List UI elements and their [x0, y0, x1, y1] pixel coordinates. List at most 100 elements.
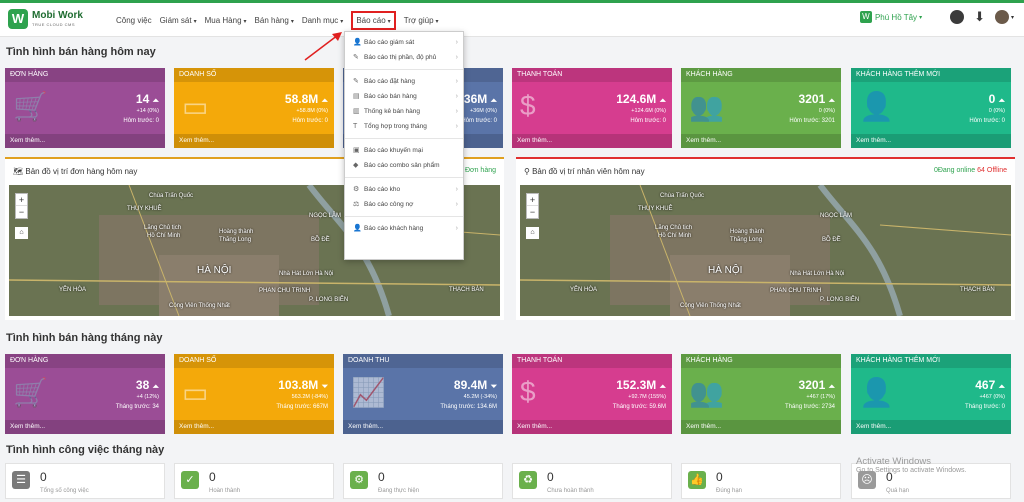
zoom-in-button[interactable]: +	[16, 194, 27, 206]
map-label: HÀ NỘI	[197, 265, 232, 276]
map-label: Nhà Hát Lớn Hà Nội	[279, 271, 334, 277]
tile-label: Đúng hạn	[716, 488, 743, 494]
card-prev: Tháng trước: 59.6M	[612, 404, 666, 410]
see-more-link[interactable]: Xem thêm...	[5, 420, 165, 434]
today-card-customers: KHÁCH HÀNG 👥 3201 ⏶ 0 (0%) Hôm trước: 32…	[681, 68, 841, 148]
see-more-link[interactable]: Xem thêm...	[851, 134, 1011, 148]
map-label: Công Viên Thống Nhất	[169, 303, 230, 309]
user-avatar[interactable]	[994, 10, 1009, 24]
zoom-out-button[interactable]: −	[527, 206, 538, 218]
work-tile-total[interactable]: ☰ 0 Tổng số công việc	[5, 463, 165, 499]
card-prev: Hôm trước: 0	[630, 118, 666, 124]
card-change: 0 (0%)	[818, 108, 835, 114]
map-zoom-controls[interactable]: + −	[526, 193, 539, 219]
dd-bao-cao-thi-phan[interactable]: ✎ Báo cáo thị phần, độ phủ ›	[345, 50, 463, 65]
card-title: KHÁCH HÀNG	[681, 68, 841, 82]
card-change: +58.8M (0%)	[296, 108, 328, 114]
dd-thong-ke-ban-hang[interactable]: ▥ Thống kê bán hàng ›	[345, 104, 463, 119]
arrow-up-icon: ⏶	[998, 96, 1005, 105]
chevron-right-icon: ›	[455, 93, 458, 100]
see-more-link[interactable]: Xem thêm...	[851, 420, 1011, 434]
map-label: THẠCH BÀN	[960, 287, 995, 293]
dd-bao-cao-kho[interactable]: ⚙ Báo cáo kho ›	[345, 182, 463, 197]
customer-icon: 👤	[353, 225, 362, 232]
divider	[345, 216, 463, 217]
menu-cong-viec[interactable]: Công việc	[116, 16, 152, 25]
map-label: PHAN CHU TRINH	[770, 288, 822, 294]
download-icon[interactable]: ⬇	[974, 10, 985, 24]
map-home-button[interactable]: ⌂	[526, 227, 539, 239]
map-home-button[interactable]: ⌂	[15, 227, 28, 239]
arrow-up-icon: ⏶	[659, 382, 666, 391]
map-label: Lăng Chủ tịch	[144, 225, 182, 231]
dd-bao-cao-dat-hang[interactable]: ✎ Báo cáo đặt hàng ›	[345, 74, 463, 89]
see-more-link[interactable]: Xem thêm...	[5, 134, 165, 148]
arrow-down-icon: ⏷	[490, 382, 497, 391]
see-more-link[interactable]: Xem thêm...	[174, 420, 334, 434]
branch-selector[interactable]: W Phú Hồ Tây ▾	[859, 11, 922, 23]
arrow-up-icon: ⏶	[152, 96, 159, 105]
cart-icon: 🛒	[13, 377, 48, 408]
menu-mua-hang[interactable]: Mua Hàng ▾	[205, 16, 247, 25]
card-title: DOANH SỐ	[174, 354, 334, 368]
dd-bao-cao-combo[interactable]: ◆ Báo cáo combo sản phẩm	[345, 158, 463, 173]
card-prev: Tháng trước: 667M	[276, 404, 328, 410]
card-value: 3201	[798, 92, 826, 106]
see-more-link[interactable]: Xem thêm...	[681, 134, 841, 148]
add-user-icon: 👤	[859, 91, 894, 122]
work-tile-on-time[interactable]: 👍 0 Đúng hạn	[681, 463, 841, 499]
map-label: Thăng Long	[730, 237, 763, 243]
month-card-customers: KHÁCH HÀNG 👥 3201 ⏶ +467 (17%) Tháng trư…	[681, 354, 841, 434]
thumbs-up-icon: 👍	[688, 471, 706, 489]
watermark-line2: Go to Settings to activate Windows.	[856, 467, 967, 474]
tile-value: 0	[716, 470, 723, 484]
see-more-link[interactable]: Xem thêm...	[512, 420, 672, 434]
card-prev: Hôm trước: 0	[292, 118, 328, 124]
card-value: 124.6M	[616, 92, 657, 106]
map-zoom-controls[interactable]: + −	[15, 193, 28, 219]
staff-map-panel: ⚲ Bản đồ vị trí nhân viên hôm nay 0Đang …	[516, 157, 1015, 320]
dd-tong-hop-trong-thang[interactable]: T Tổng hợp trong tháng ›	[345, 119, 463, 134]
card-value: 152.3M	[616, 378, 657, 392]
dd-bao-cao-ban-hang[interactable]: ▤ Báo cáo bán hàng ›	[345, 89, 463, 104]
map-label: NGỌC LÂM	[309, 213, 342, 219]
work-tile-incomplete[interactable]: ♻ 0 Chưa hoàn thành	[512, 463, 672, 499]
chevron-right-icon: ›	[455, 123, 458, 130]
zoom-in-button[interactable]: +	[527, 194, 538, 206]
see-more-link[interactable]: Xem thêm...	[512, 134, 672, 148]
tile-label: Chưa hoàn thành	[547, 488, 594, 494]
card-icon: ▭	[182, 91, 209, 122]
work-section-title: Tình hình công việc tháng này	[6, 444, 165, 456]
map-label: P. LONG BIÊN	[820, 297, 860, 303]
staff-map[interactable]: + − ⌂ Chùa Trấn Quốc THỤY KHUÊ Lăng Chủ t…	[520, 185, 1011, 316]
menu-tro-giup[interactable]: Trợ giúp ▾	[404, 16, 439, 25]
work-tile-done[interactable]: ✓ 0 Hoàn thành	[174, 463, 334, 499]
today-card-orders: ĐƠN HÀNG 🛒 14 ⏶ +14 (0%) Hôm trước: 0 Xe…	[5, 68, 165, 148]
dd-bao-cao-giam-sat[interactable]: 👤 Báo cáo giám sát ›	[345, 35, 463, 50]
dd-bao-cao-khuyen-mai[interactable]: ▣ Báo cáo khuyến mại	[345, 143, 463, 158]
zoom-out-button[interactable]: −	[16, 206, 27, 218]
dd-bao-cao-cong-no[interactable]: ⚖ Báo cáo công nợ ›	[345, 197, 463, 212]
menu-danh-muc[interactable]: Danh mục ▾	[302, 16, 343, 25]
caret-down-icon[interactable]: ▾	[1011, 14, 1014, 21]
tasks-icon: ☰	[12, 471, 30, 489]
menu-ban-hang[interactable]: Bán hàng ▾	[255, 16, 294, 25]
menu-giam-sat[interactable]: Giám sát ▾	[160, 16, 197, 25]
combo-icon: ◆	[353, 162, 359, 169]
chart-icon: ▥	[353, 108, 360, 115]
caret-down-icon: ▾	[290, 18, 294, 25]
card-title: ĐƠN HÀNG	[5, 354, 165, 368]
see-more-link[interactable]: Xem thêm...	[174, 134, 334, 148]
menu-bao-cao[interactable]: Báo cáo ▾	[351, 10, 396, 30]
map-label: Thăng Long	[219, 237, 252, 243]
globe-icon[interactable]	[950, 10, 965, 24]
see-more-link[interactable]: Xem thêm...	[681, 420, 841, 434]
card-change: 0 (0%)	[988, 108, 1005, 114]
dd-bao-cao-khach-hang[interactable]: 👤 Báo cáo khách hàng ›	[345, 221, 463, 236]
see-more-link[interactable]: Xem thêm...	[343, 420, 503, 434]
brand-logo[interactable]: W Mobi Work TRUE CLOUD CMS	[8, 9, 83, 29]
work-tile-in-progress[interactable]: ⚙ 0 Đang thực hiện	[343, 463, 503, 499]
month-card-orders: ĐƠN HÀNG 🛒 38 ⏶ +4 (12%) Tháng trước: 34…	[5, 354, 165, 434]
map-label: THẠCH BÀN	[449, 287, 484, 293]
tile-value: 0	[209, 470, 216, 484]
